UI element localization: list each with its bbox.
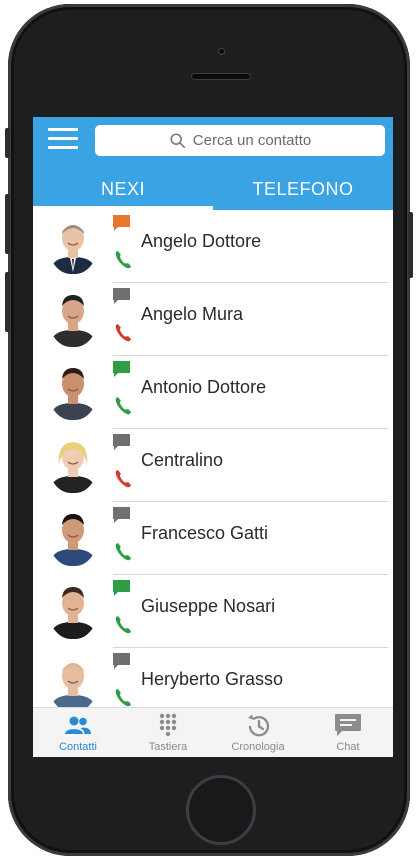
avatar	[49, 435, 97, 493]
contact-row[interactable]: Antonio Dottore	[33, 356, 393, 429]
volume-up-button	[5, 194, 10, 254]
nav-cronologia[interactable]: Cronologia	[213, 708, 303, 757]
chat-status-icon	[113, 361, 130, 377]
avatar	[49, 581, 97, 639]
front-camera	[218, 48, 225, 55]
contact-name: Angelo Dottore	[141, 231, 262, 251]
presence-status	[113, 580, 131, 634]
volume-down-button	[5, 272, 10, 332]
nav-contatti[interactable]: Contatti	[33, 708, 123, 757]
presence-status	[113, 361, 131, 415]
contacts-icon	[65, 716, 91, 734]
phone-status-icon	[115, 251, 131, 269]
presence-status	[113, 288, 131, 342]
contact-name: Francesco Gatti	[141, 523, 269, 543]
phone-status-icon	[115, 616, 131, 634]
presence-status	[113, 507, 131, 561]
nav-contatti-label: Contatti	[59, 741, 97, 753]
presence-status	[113, 434, 131, 488]
contact-name: Angelo Mura	[141, 304, 244, 324]
nav-tastiera-label: Tastiera	[148, 741, 188, 753]
bottom-nav: Contatti Tastiera Cronologia Chat	[33, 707, 393, 757]
keypad-icon	[159, 713, 177, 737]
search-input[interactable]: Cerca un contatto	[95, 125, 385, 156]
chat-status-icon	[113, 434, 130, 450]
earpiece-speaker	[191, 73, 251, 80]
tab-nexi[interactable]: NEXI	[33, 173, 213, 210]
nav-chat[interactable]: Chat	[303, 708, 393, 757]
phone-status-icon	[115, 543, 131, 561]
contact-row[interactable]: Francesco Gatti	[33, 502, 393, 575]
presence-status	[113, 653, 131, 707]
avatar	[49, 654, 97, 707]
chat-status-icon	[113, 507, 130, 523]
tab-bar: NEXI TELEFONO	[33, 173, 393, 210]
search-placeholder: Cerca un contatto	[192, 132, 312, 149]
home-button[interactable]	[186, 775, 256, 845]
history-icon	[248, 714, 270, 737]
avatar	[49, 508, 97, 566]
avatar	[49, 289, 97, 347]
nav-tastiera[interactable]: Tastiera	[123, 708, 213, 757]
chat-status-icon	[113, 215, 130, 231]
contact-name: Antonio Dottore	[141, 377, 267, 397]
app-header: Cerca un contatto NEXI TELEFONO	[33, 117, 393, 210]
search-icon	[170, 132, 185, 148]
phone-status-icon	[115, 397, 131, 415]
contact-row[interactable]: Angelo Dottore	[33, 210, 393, 283]
chat-status-icon	[113, 288, 130, 304]
contact-name: Heryberto Grasso	[141, 669, 284, 689]
mute-switch	[5, 128, 10, 158]
phone-status-icon	[115, 689, 131, 707]
chat-status-icon	[113, 653, 130, 669]
phone-status-icon	[115, 470, 131, 488]
chat-icon	[335, 714, 361, 736]
contact-list: Angelo Dottore Angelo Mura Antonio Dottore…	[33, 210, 393, 707]
hamburger-menu-icon[interactable]	[48, 128, 78, 154]
presence-status	[113, 215, 131, 269]
contact-row[interactable]: Giuseppe Nosari	[33, 575, 393, 648]
contact-name: Giuseppe Nosari	[141, 596, 276, 616]
contact-name: Centralino	[141, 450, 224, 470]
app-screen: Cerca un contatto NEXI TELEFONO Angelo D…	[33, 117, 393, 757]
avatar	[49, 362, 97, 420]
phone-status-icon	[115, 324, 131, 342]
tab-telefono[interactable]: TELEFONO	[213, 173, 393, 210]
chat-status-icon	[113, 580, 130, 596]
contact-row[interactable]: Angelo Mura	[33, 283, 393, 356]
nav-cronologia-label: Cronologia	[231, 741, 285, 753]
contact-row[interactable]: Heryberto Grasso	[33, 648, 393, 707]
contact-row[interactable]: Centralino	[33, 429, 393, 502]
power-button	[408, 212, 413, 278]
avatar	[49, 216, 97, 274]
nav-chat-label: Chat	[336, 741, 360, 753]
